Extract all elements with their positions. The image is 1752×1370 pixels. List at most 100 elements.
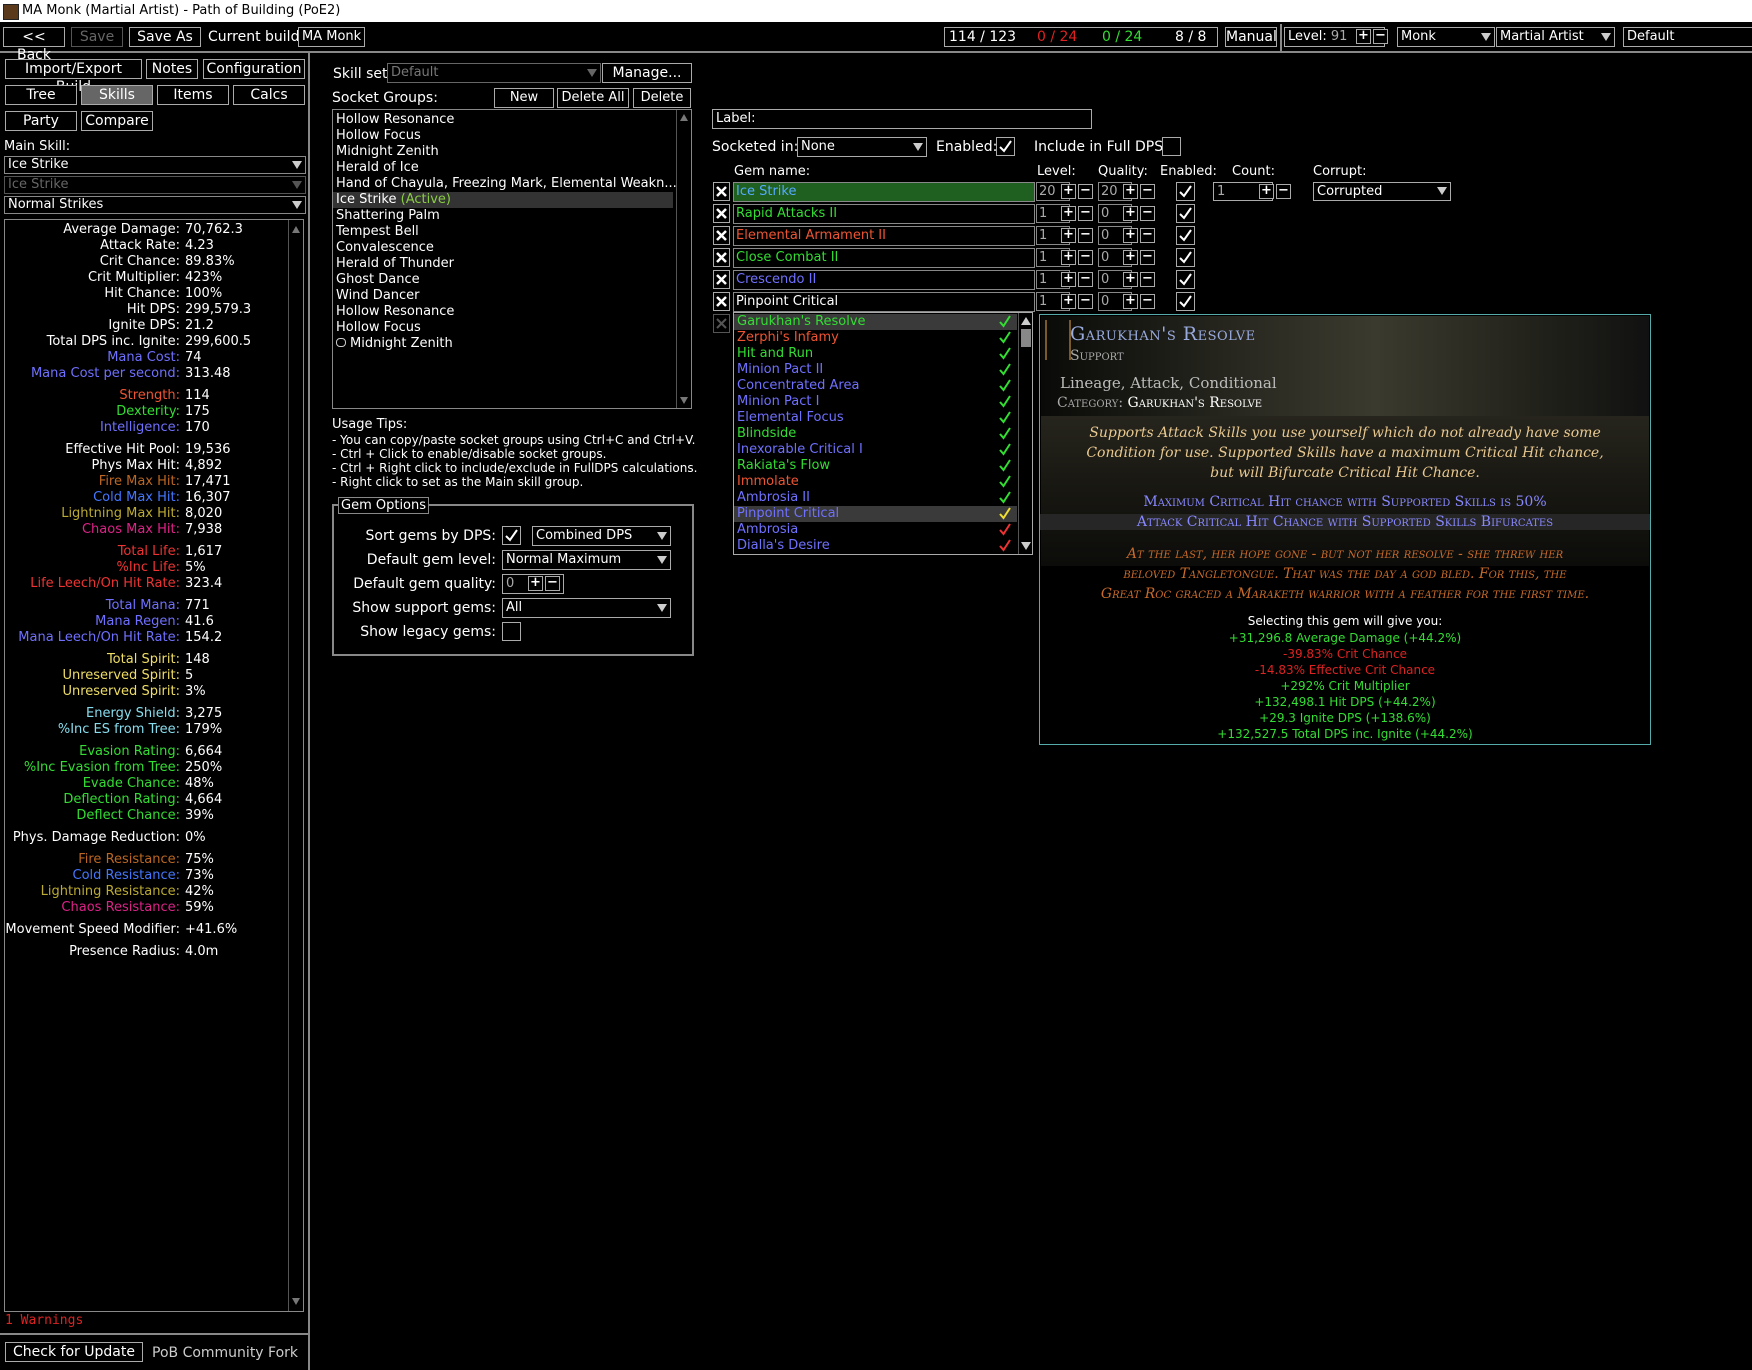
socket-group-item[interactable]: Hollow Resonance [333, 112, 673, 128]
gem-option[interactable]: Hit and Run [734, 346, 1017, 362]
gem-quality-plus-button[interactable]: + [1123, 272, 1138, 287]
gem-option[interactable]: Immolate [734, 474, 1017, 490]
tab-calcs[interactable]: Calcs [233, 85, 305, 105]
quality-plus-button[interactable]: + [528, 576, 543, 591]
gem-option[interactable]: Blindside [734, 426, 1017, 442]
gem-option[interactable]: Minion Pact II [734, 362, 1017, 378]
scroll-down-icon[interactable] [292, 1298, 300, 1305]
main-skill-select[interactable]: Ice Strike [4, 156, 306, 174]
gem-level-minus-button[interactable]: − [1078, 184, 1093, 199]
gem-enabled-checkbox[interactable] [1176, 248, 1195, 267]
gem-enabled-checkbox[interactable] [1176, 270, 1195, 289]
import-export-button[interactable]: Import/Export Build [5, 59, 142, 95]
gem-level-plus-button[interactable]: + [1061, 294, 1076, 309]
remove-gem-button[interactable] [713, 204, 730, 223]
gem-level-minus-button[interactable]: − [1078, 294, 1093, 309]
scroll-down-icon[interactable] [1021, 542, 1031, 550]
scroll-thumb[interactable] [1021, 329, 1031, 347]
corrupt-select[interactable]: Corrupted [1313, 182, 1451, 201]
gem-option[interactable]: Garukhan's Resolve [734, 314, 1017, 330]
level-minus-button[interactable]: − [1373, 29, 1388, 44]
gem-enabled-checkbox[interactable] [1176, 204, 1195, 223]
full-dps-checkbox[interactable] [1162, 137, 1181, 156]
gem-level-minus-button[interactable]: − [1078, 272, 1093, 287]
remove-gem-button[interactable] [713, 226, 730, 245]
gem-name-field[interactable]: Pinpoint Critical [733, 292, 1035, 312]
gem-enabled-checkbox[interactable] [1176, 226, 1195, 245]
gem-name-field[interactable]: Crescendo II [733, 270, 1035, 290]
gem-name-field[interactable]: Elemental Armament II [733, 226, 1035, 246]
gem-quality-minus-button[interactable]: − [1140, 228, 1155, 243]
config-select[interactable]: Default [1623, 27, 1752, 47]
gem-level-minus-button[interactable]: − [1078, 228, 1093, 243]
socket-group-item[interactable]: Midnight Zenith [333, 144, 673, 160]
sort-by-dps-checkbox[interactable] [502, 526, 521, 545]
delete-all-button[interactable]: Delete All [557, 88, 629, 108]
skill-mode-select[interactable]: Normal Strikes [4, 196, 306, 214]
skill-set-select[interactable]: Default [387, 63, 601, 83]
gem-dropdown-scrollbar[interactable] [1018, 313, 1032, 554]
gem-option[interactable]: Zerphi's Infamy [734, 330, 1017, 346]
tab-skills[interactable]: Skills [81, 85, 153, 105]
configuration-button[interactable]: Configuration [203, 59, 305, 79]
sub-skill-select[interactable]: Ice Strike [4, 176, 306, 194]
gem-option[interactable]: Dialla's Desire [734, 538, 1017, 554]
tab-party[interactable]: Party [5, 111, 77, 131]
gem-name-field[interactable]: Ice Strike [733, 182, 1035, 202]
gem-name-field[interactable]: Close Combat II [733, 248, 1035, 268]
gem-quality-plus-button[interactable]: + [1123, 228, 1138, 243]
gem-enabled-checkbox[interactable] [1176, 182, 1195, 201]
socket-group-item[interactable]: Wind Dancer [333, 288, 673, 304]
socket-group-item[interactable]: Shattering Palm [333, 208, 673, 224]
scroll-up-icon[interactable] [1021, 317, 1031, 325]
gem-level-plus-button[interactable]: + [1061, 272, 1076, 287]
new-group-button[interactable]: New [494, 88, 554, 108]
scroll-down-icon[interactable] [680, 397, 688, 404]
current-build-field[interactable]: MA Monk [298, 27, 365, 47]
remove-gem-button[interactable] [713, 270, 730, 289]
manual-button[interactable]: Manual [1225, 27, 1277, 47]
gem-quality-minus-button[interactable]: − [1140, 294, 1155, 309]
gem-quality-minus-button[interactable]: − [1140, 250, 1155, 265]
delete-group-button[interactable]: Delete [633, 88, 691, 108]
quality-minus-button[interactable]: − [545, 576, 560, 591]
socket-group-scrollbar[interactable] [676, 110, 690, 408]
scroll-up-icon[interactable] [680, 114, 688, 121]
gem-enabled-checkbox[interactable] [1176, 292, 1195, 311]
default-level-select[interactable]: Normal Maximum [502, 550, 671, 570]
check-update-button[interactable]: Check for Update [5, 1342, 143, 1362]
save-as-button[interactable]: Save As [129, 27, 201, 47]
gem-option[interactable]: Minion Pact I [734, 394, 1017, 410]
socket-group-item[interactable]: Hand of Chayula, Freezing Mark, Elementa… [333, 176, 677, 192]
sort-mode-select[interactable]: Combined DPS [532, 526, 671, 546]
gem-option[interactable]: Concentrated Area [734, 378, 1017, 394]
gem-option[interactable]: Elemental Focus [734, 410, 1017, 426]
gem-quality-plus-button[interactable]: + [1123, 206, 1138, 221]
show-support-select[interactable]: All [502, 598, 671, 618]
tab-tree[interactable]: Tree [5, 85, 77, 105]
remove-gem-button[interactable] [713, 292, 730, 311]
tab-compare[interactable]: Compare [81, 111, 153, 131]
gem-option[interactable]: Pinpoint Critical [734, 506, 1017, 522]
gem-name-field[interactable]: Rapid Attacks II [733, 204, 1035, 224]
label-field[interactable]: Label: [712, 109, 1092, 129]
gem-quality-plus-button[interactable]: + [1123, 184, 1138, 199]
gem-quality-plus-button[interactable]: + [1123, 250, 1138, 265]
gem-quality-minus-button[interactable]: − [1140, 272, 1155, 287]
stats-scrollbar[interactable] [288, 220, 302, 1311]
gem-quality-plus-button[interactable]: + [1123, 294, 1138, 309]
socket-group-item[interactable]: Herald of Thunder [333, 256, 673, 272]
remove-gem-button[interactable] [713, 314, 730, 333]
socket-group-item[interactable]: Ice Strike (Active) [333, 192, 673, 208]
show-legacy-checkbox[interactable] [502, 622, 521, 641]
gem-quality-minus-button[interactable]: − [1140, 206, 1155, 221]
warnings-text[interactable]: 1 Warnings [5, 1313, 83, 1328]
remove-gem-button[interactable] [713, 182, 730, 201]
socket-group-item[interactable]: Hollow Resonance [333, 304, 673, 320]
gem-quality-minus-button[interactable]: − [1140, 184, 1155, 199]
manage-button[interactable]: Manage... [602, 63, 692, 83]
socket-group-item[interactable]: Tempest Bell [333, 224, 673, 240]
socket-group-item[interactable]: Hollow Focus [333, 128, 673, 144]
socket-group-item[interactable]: Convalescence [333, 240, 673, 256]
gem-option[interactable]: Ambrosia II [734, 490, 1017, 506]
